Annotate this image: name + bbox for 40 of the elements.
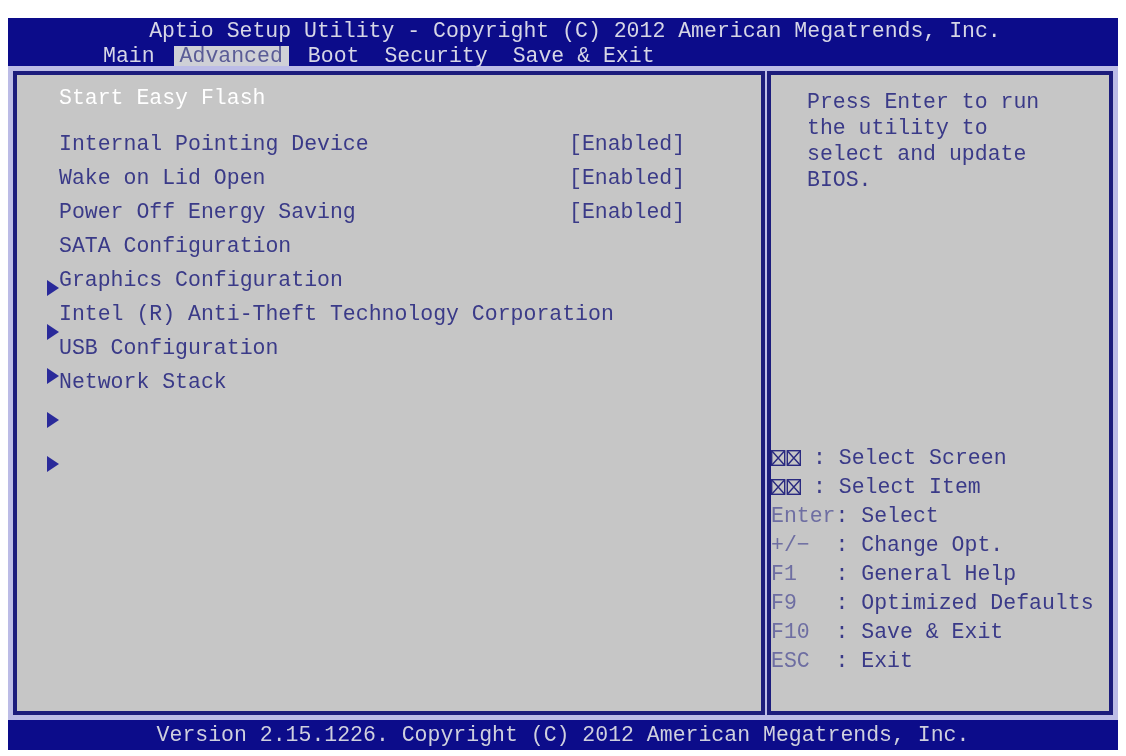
right-triangle-icon [47,368,59,384]
menu-tab[interactable]: Security [378,46,494,66]
menu-tab[interactable]: Save & Exit [506,46,661,66]
key-action: : Optimized Defaults [835,590,1094,615]
menu-tab[interactable]: Main [97,46,161,66]
window-title: Aptio Setup Utility - Copyright (C) 2012 American Megatrends, Inc. [148,18,1001,45]
option-value[interactable]: [Enabled] [569,166,686,190]
key-label: Enter [771,503,836,528]
menu-item[interactable]: Power Off Energy Saving [59,200,569,224]
menu-item[interactable]: Graphics Configuration [59,268,343,292]
right-triangle-icon [47,324,59,340]
option-value[interactable]: [Enabled] [569,200,686,224]
missing-glyph-icon [771,449,801,466]
status-bar: Version 2.15.1226. Copyright (C) 2012 American Megatrends, Inc. [8,720,1118,750]
key-label: F9 [771,590,798,615]
menu-item[interactable]: Internal Pointing Device [59,132,569,156]
menu-item[interactable]: SATA Configuration [59,234,292,258]
right-triangle-icon [47,412,59,428]
key-label: F1 [771,561,798,586]
menu-item[interactable]: Intel (R) Anti-Theft Technology Corporation [59,302,614,326]
menu-item[interactable]: USB Configuration [59,336,279,360]
key-action: : Select [835,503,939,528]
missing-glyph-icon [771,478,801,495]
key-action: : Exit [835,648,913,673]
key-label: ESC [771,648,811,673]
menu-tab[interactable]: Boot [301,46,366,66]
menu-item[interactable]: Wake on Lid Open [59,166,569,190]
key-action: : Select Screen [813,445,1007,470]
key-action: : General Help [835,561,1017,586]
key-action: : Save & Exit [835,619,1004,644]
right-triangle-icon [47,456,59,472]
key-label: F10 [771,619,811,644]
key-action: : Change Opt. [835,532,1004,557]
key-label: +/− [771,532,811,557]
option-value[interactable]: [Enabled] [569,132,686,156]
key-action: : Select Item [813,474,981,499]
menu-tab[interactable]: Advanced [173,46,289,66]
help-text: Press Enter to run the utility to select and update BIOS. [807,89,1041,193]
right-triangle-icon [47,280,59,296]
menu-item[interactable]: Network Stack [59,370,227,394]
